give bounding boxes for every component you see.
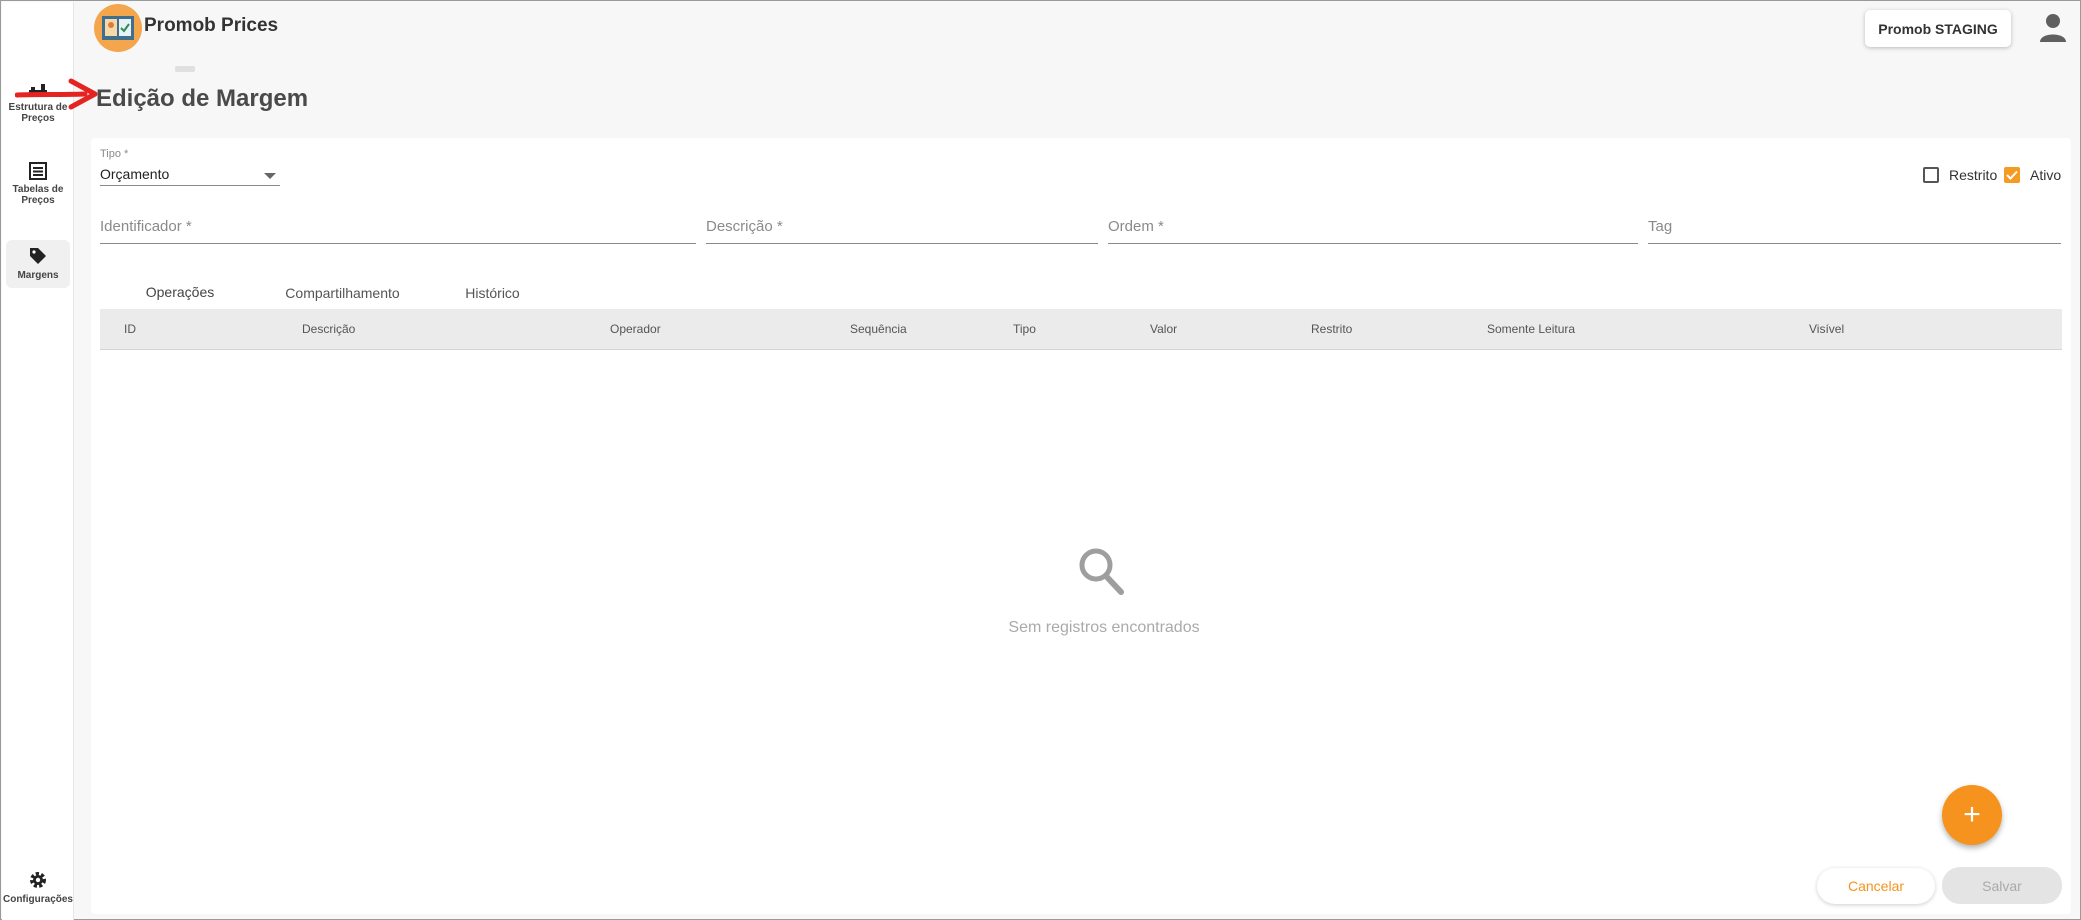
sidebar-item-configuracoes[interactable]: Configurações (2, 870, 74, 905)
ordem-field[interactable]: Ordem * (1108, 218, 1638, 244)
tag-icon (30, 248, 46, 264)
column-header-descricao[interactable]: Descrição (302, 322, 355, 336)
tag-field[interactable]: Tag (1648, 218, 2061, 244)
tipo-select[interactable]: Tipo * Orçamento (100, 148, 280, 186)
cancel-button[interactable]: Cancelar (1817, 868, 1935, 904)
check-icon (2006, 170, 2018, 180)
page-title: Edição de Margem (96, 85, 309, 112)
margin-edit-form: Tipo * Orçamento Restrito Ativo Identifi… (91, 138, 2071, 914)
empty-state-text: Sem registros encontrados (1008, 619, 1200, 636)
descricao-label: Descrição * (706, 218, 783, 235)
tab-historico[interactable]: Histórico (425, 272, 560, 314)
column-header-visivel[interactable]: Visível (1809, 322, 1844, 336)
logo-icon (102, 16, 134, 40)
tab-operacoes[interactable]: Operações (100, 272, 260, 314)
descricao-field[interactable]: Descrição * (706, 218, 1098, 244)
checkbox-box-checked[interactable] (2004, 167, 2020, 183)
column-header-id[interactable]: ID (124, 322, 136, 336)
sidebar: Estrutura de Preços Tabelas de Preços Ma… (2, 2, 74, 920)
ativo-checkbox[interactable]: Ativo (2004, 167, 2061, 183)
gear-icon (30, 872, 46, 888)
tab-compartilhamento[interactable]: Compartilhamento (260, 272, 425, 314)
sidebar-item-label: Margens (17, 270, 59, 281)
tipo-label: Tipo * (100, 148, 129, 160)
sidebar-item-label: Tabelas de Preços (12, 184, 64, 206)
tipo-value: Orçamento (100, 166, 170, 182)
sidebar-item-margens[interactable]: Margens (6, 240, 70, 288)
restrito-checkbox[interactable]: Restrito (1923, 167, 1997, 183)
app-title: Promob Prices (144, 15, 279, 36)
user-icon[interactable] (2039, 13, 2067, 43)
column-header-tipo[interactable]: Tipo (1013, 322, 1036, 336)
ativo-label: Ativo (2030, 167, 2062, 183)
ordem-label: Ordem * (1108, 218, 1164, 235)
identificador-label: Identificador * (100, 218, 192, 235)
column-header-restrito[interactable]: Restrito (1311, 322, 1352, 336)
sidebar-item-label: Configurações (2, 894, 73, 905)
column-header-sequencia[interactable]: Sequência (850, 322, 907, 336)
column-header-somente-leitura[interactable]: Somente Leitura (1487, 322, 1575, 336)
app-logo (94, 4, 142, 52)
red-arrow-annotation (15, 78, 98, 110)
restrito-label: Restrito (1949, 167, 1998, 183)
add-button[interactable]: + (1942, 785, 2002, 845)
tag-label: Tag (1648, 218, 1673, 235)
column-header-operador[interactable]: Operador (610, 322, 661, 336)
collapsed-handle[interactable] (175, 66, 195, 72)
sidebar-item-tabelas-precos[interactable]: Tabelas de Preços (2, 162, 74, 206)
table-header: ID Descrição Operador Sequência Tipo Val… (100, 309, 2062, 350)
app-window: Estrutura de Preços Tabelas de Preços Ma… (0, 0, 2081, 920)
column-header-valor[interactable]: Valor (1150, 322, 1177, 336)
environment-button[interactable]: Promob STAGING (1865, 10, 2011, 47)
checkbox-box[interactable] (1923, 167, 1939, 183)
chevron-down-icon (264, 173, 276, 179)
identificador-field[interactable]: Identificador * (100, 218, 696, 244)
table-icon (29, 162, 47, 180)
search-icon (1079, 548, 1124, 595)
save-button[interactable]: Salvar (1942, 867, 2062, 904)
